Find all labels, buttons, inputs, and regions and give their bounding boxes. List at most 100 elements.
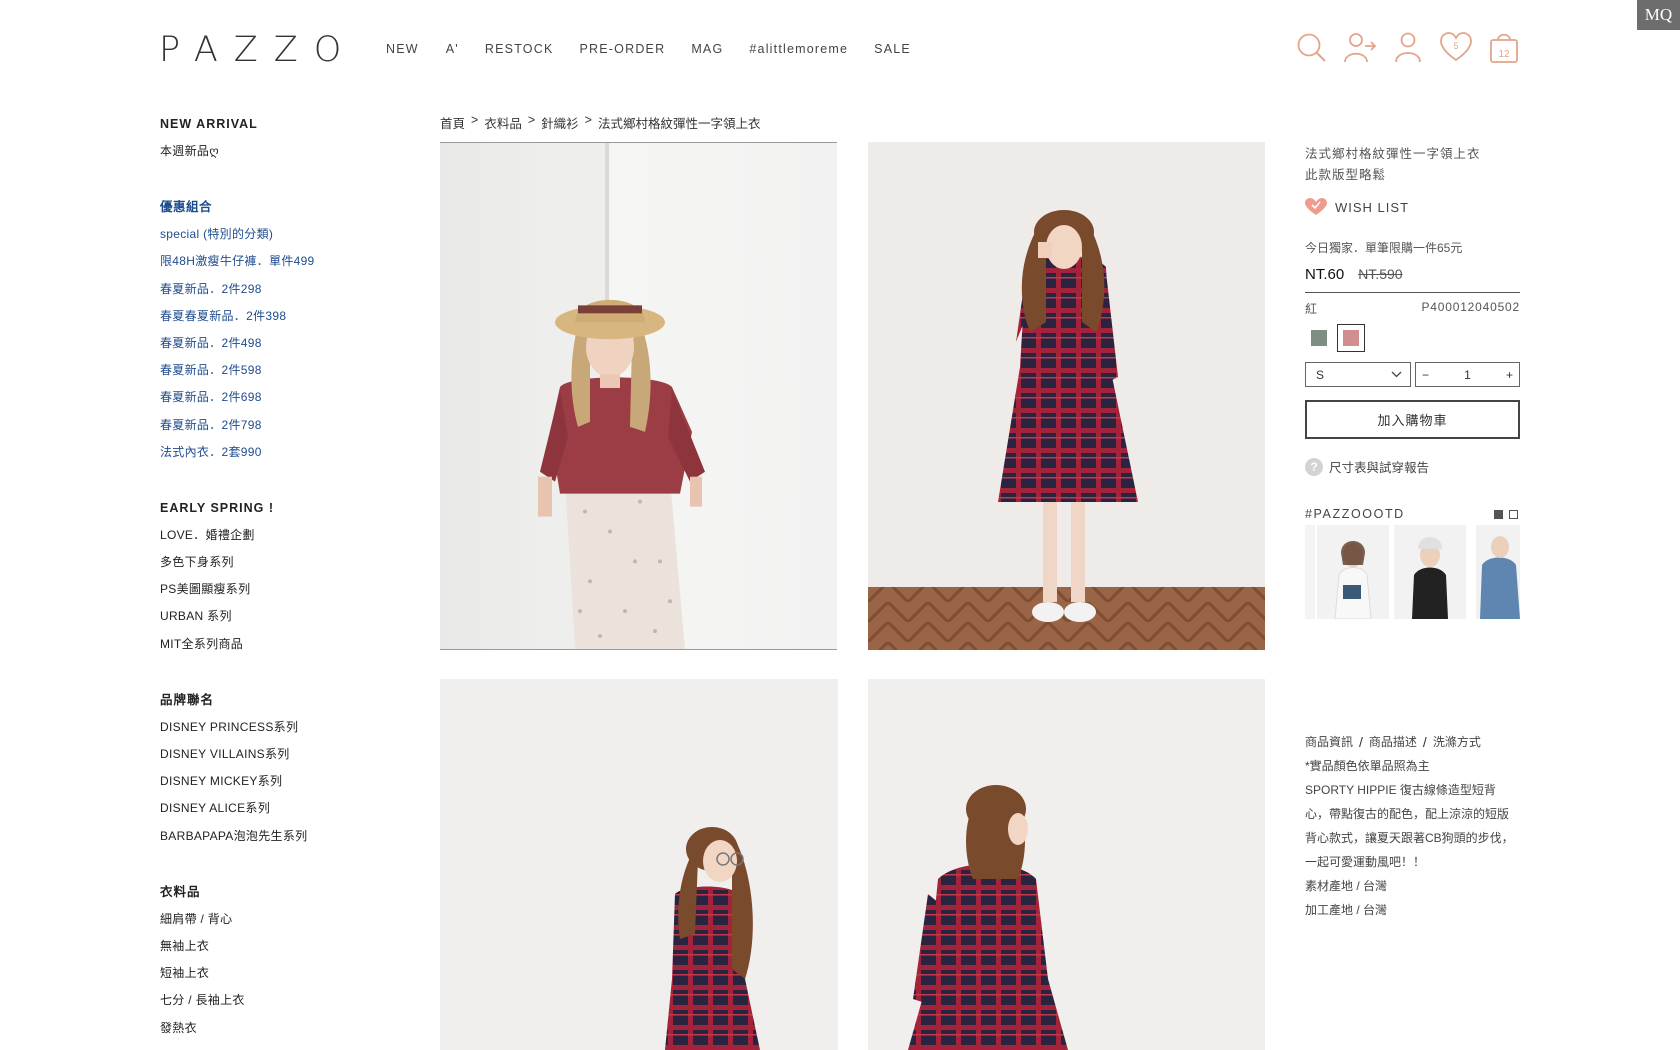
tab-product-info[interactable]: 商品資訊 [1305,730,1353,754]
product-photo-2[interactable] [868,142,1265,650]
description-line: 背心款式，讓夏天跟著CB狗頭的步伐， [1305,831,1514,845]
ootd-thumb[interactable] [1394,525,1466,619]
sidebar-item[interactable]: 短袖上衣 [160,965,410,992]
sidebar-group-title[interactable]: EARLY SPRING ! [160,500,410,527]
product-photo-3[interactable] [440,679,838,1050]
mq-badge: MQ [1637,0,1680,30]
sidebar-group-title[interactable]: 品牌聯名 [160,692,410,719]
sidebar-item[interactable]: 法式內衣．2套990 [160,444,410,471]
nav-new[interactable]: NEW [386,42,419,56]
ootd-page-dot[interactable] [1509,510,1518,519]
promo-text: 今日獨家．單筆限購一件65元 [1305,241,1463,255]
nav-a[interactable]: A' [446,42,459,56]
sidebar-item[interactable]: DISNEY VILLAINS系列 [160,746,410,773]
product-photo-4[interactable] [868,679,1265,1050]
tab-separator: / [1422,734,1427,750]
sidebar-item[interactable]: 發熱衣 [160,1020,410,1047]
sidebar-item[interactable]: BARBAPAPA泡泡先生系列 [160,828,410,855]
sidebar-item[interactable]: 春夏新品．2件698 [160,389,410,416]
sidebar-item[interactable]: 春夏新品．2件798 [160,417,410,444]
wishlist-count: 5 [1453,41,1458,51]
add-to-cart-button[interactable]: 加入購物車 [1305,400,1520,439]
tab-separator: / [1359,734,1363,750]
swatch-red-selected[interactable] [1337,324,1365,352]
breadcrumb-current: 法式鄉村格紋彈性一字領上衣 [597,117,761,131]
product-photo-1[interactable] [440,142,837,650]
sidebar-item[interactable]: 本週新品ღ [160,143,410,170]
breadcrumb: 首頁 > 衣料品 > 針織衫 > 法式鄉村格紋彈性一字領上衣 [440,113,761,132]
sidebar-group-title[interactable]: 衣料品 [160,884,410,911]
size-select[interactable]: S [1305,362,1411,387]
main-nav: NEW A' RESTOCK PRE-ORDER MAG #alittlemor… [386,42,937,56]
ootd-thumb[interactable] [1305,525,1315,619]
tab-washing-method[interactable]: 洗滌方式 [1433,730,1481,754]
qty-minus-button[interactable]: − [1422,368,1429,382]
product-title: 法式鄉村格紋彈性一字領上衣 [1305,147,1481,161]
sidebar-item[interactable]: 七分 / 長袖上衣 [160,992,410,1019]
heart-icon [1305,198,1327,215]
sidebar-item[interactable]: DISNEY PRINCESS系列 [160,719,410,746]
sidebar-item[interactable]: PS美圖顯瘦系列 [160,581,410,608]
swatch-green[interactable] [1311,330,1327,346]
qty-plus-button[interactable]: + [1506,368,1513,382]
wish-list-label: WISH LIST [1335,199,1410,215]
share-user-icon[interactable] [1343,30,1377,64]
ootd-title: #PAZZOOOTD [1305,507,1405,521]
qty-value[interactable]: 1 [1464,368,1471,382]
ootd-thumb[interactable] [1476,525,1520,619]
sidebar-item[interactable]: special (特別的分類) [160,226,410,253]
bag-icon[interactable]: 12 [1487,30,1521,64]
size-chart-link[interactable]: ? 尺寸表與試穿報告 [1305,457,1429,476]
sidebar-item[interactable]: MIT全系列商品 [160,636,410,663]
description-line: *實品顏色依單品照為主 [1305,759,1430,773]
sidebar-group: NEW ARRIVAL 本週新品ღ [160,116,410,170]
breadcrumb-knitwear[interactable]: 針織衫 [541,113,579,132]
user-icon[interactable] [1391,30,1425,64]
sidebar-group-title[interactable]: 優惠組合 [160,199,410,226]
sidebar-item[interactable]: 細肩帶 / 背心 [160,911,410,938]
swatch-red-chip [1343,330,1359,346]
breadcrumb-home[interactable]: 首頁 [440,113,465,132]
heart-icon[interactable]: 5 [1439,30,1473,64]
wish-list-button[interactable]: WISH LIST [1305,198,1409,216]
sidebar-item[interactable]: URBAN 系列 [160,608,410,635]
size-value: S [1316,367,1325,382]
ootd-gallery [1305,525,1520,619]
description-line: 心，帶點復古的配色，配上涼涼的短版 [1305,807,1510,821]
product-description: 商品資訊 / 商品描述 / 洗滌方式 *實品顏色依單品照為主 SPORTY HI… [1305,730,1520,922]
sidebar-item[interactable]: DISNEY MICKEY系列 [160,773,410,800]
brand-logo[interactable]: PAZZO [159,30,357,70]
category-sidebar: NEW ARRIVAL 本週新品ღ 優惠組合 special (特別的分類) 限48H激… [160,116,410,1050]
tab-product-description[interactable]: 商品描述 [1369,730,1417,754]
nav-mag[interactable]: MAG [691,42,723,56]
sidebar-item[interactable]: 春夏新品．2件498 [160,335,410,362]
original-price: NT.590 [1358,266,1403,282]
nav-restock[interactable]: RESTOCK [485,42,554,56]
sidebar-group: EARLY SPRING ! LOVE．婚禮企劃 多色下身系列 PS美圖顯瘦系列 URB… [160,500,410,663]
ootd-pager [1494,510,1518,519]
sidebar-item[interactable]: LOVE．婚禮企劃 [160,527,410,554]
sidebar-item[interactable]: 春夏春夏新品．2件398 [160,308,410,335]
sidebar-item[interactable]: DISNEY ALICE系列 [160,800,410,827]
sidebar-group-title[interactable]: NEW ARRIVAL [160,116,410,143]
sku-code: P400012040502 [1421,300,1520,314]
search-icon[interactable] [1295,30,1329,64]
color-swatches [1305,324,1365,352]
breadcrumb-separator: > [584,113,592,127]
nav-alittlemoreme[interactable]: #alittlemoreme [749,42,848,56]
breadcrumb-clothing[interactable]: 衣料品 [484,113,522,132]
question-icon: ? [1305,457,1323,476]
sidebar-item[interactable]: 多色下身系列 [160,554,410,581]
sidebar-item[interactable]: 限48H激瘦牛仔褲．單件499 [160,253,410,280]
breadcrumb-separator: > [471,113,479,127]
breadcrumb-separator: > [527,113,536,127]
nav-pre-order[interactable]: PRE-ORDER [580,42,666,56]
quantity-stepper: − 1 + [1415,362,1520,387]
sidebar-item[interactable]: 無袖上衣 [160,938,410,965]
sidebar-item[interactable]: 春夏新品．2件598 [160,362,410,389]
size-chart-label: 尺寸表與試穿報告 [1329,461,1430,475]
ootd-thumb[interactable] [1317,525,1389,619]
ootd-page-dot-active[interactable] [1494,510,1503,519]
sidebar-item[interactable]: 春夏新品．2件298 [160,281,410,308]
nav-sale[interactable]: SALE [874,42,911,56]
